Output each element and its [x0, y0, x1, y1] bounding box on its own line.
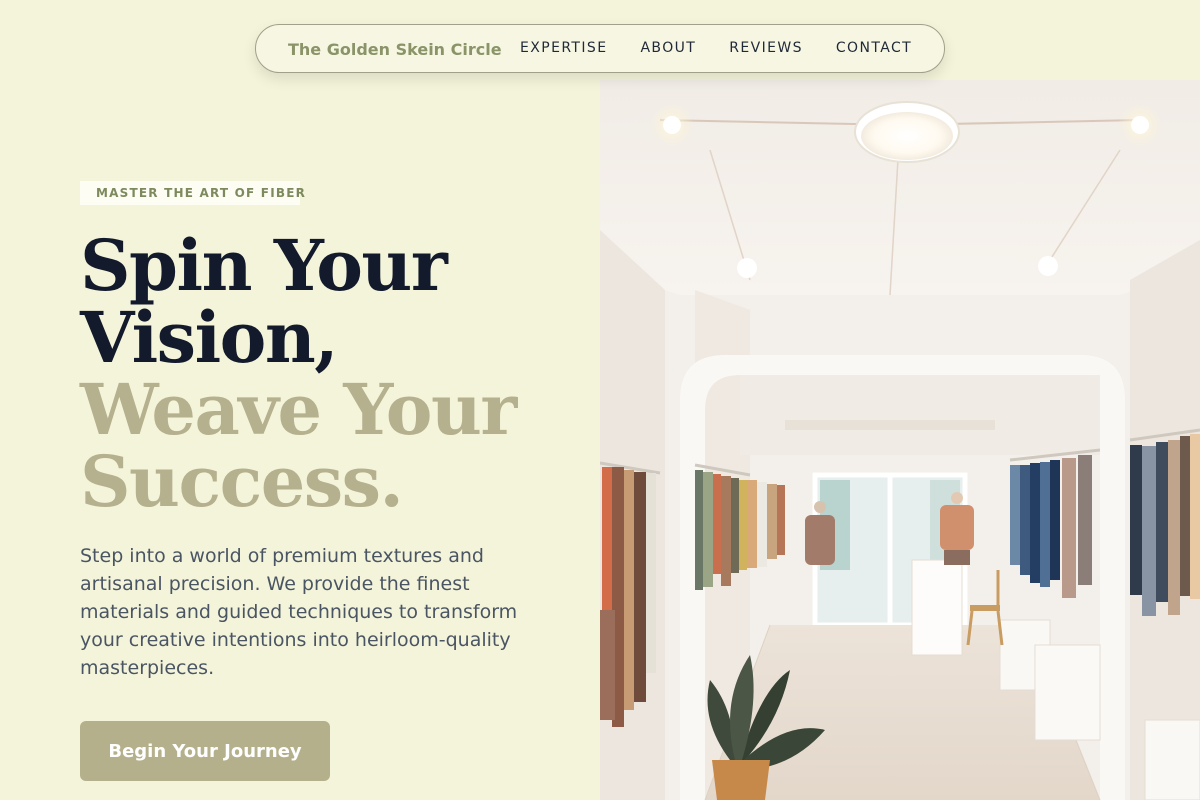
boutique-interior-image [600, 80, 1200, 800]
brand-logo-link[interactable]: The Golden Skein Circle [288, 40, 502, 59]
hero-headline: Spin Your Vision, Weave Your Success. [80, 230, 580, 518]
hero-eyebrow-badge: MASTER THE ART OF FIBER [80, 181, 305, 205]
headline-line-1: Spin Your [80, 224, 448, 307]
headline-line-2: Vision, [80, 296, 339, 379]
nav-links: EXPERTISE ABOUT REVIEWS CONTACT [520, 40, 912, 56]
top-nav: The Golden Skein Circle EXPERTISE ABOUT … [255, 24, 945, 73]
headline-line-4: Success. [80, 440, 404, 523]
nav-link-contact[interactable]: CONTACT [836, 40, 912, 56]
hero-description: Step into a world of premium textures an… [80, 545, 518, 679]
nav-link-expertise[interactable]: EXPERTISE [520, 40, 607, 56]
begin-journey-button[interactable]: Begin Your Journey [80, 721, 330, 781]
nav-link-about[interactable]: ABOUT [640, 40, 696, 56]
headline-line-3: Weave Your [80, 368, 517, 451]
nav-link-reviews[interactable]: REVIEWS [729, 40, 803, 56]
landing-page: The Golden Skein Circle EXPERTISE ABOUT … [0, 0, 1200, 800]
